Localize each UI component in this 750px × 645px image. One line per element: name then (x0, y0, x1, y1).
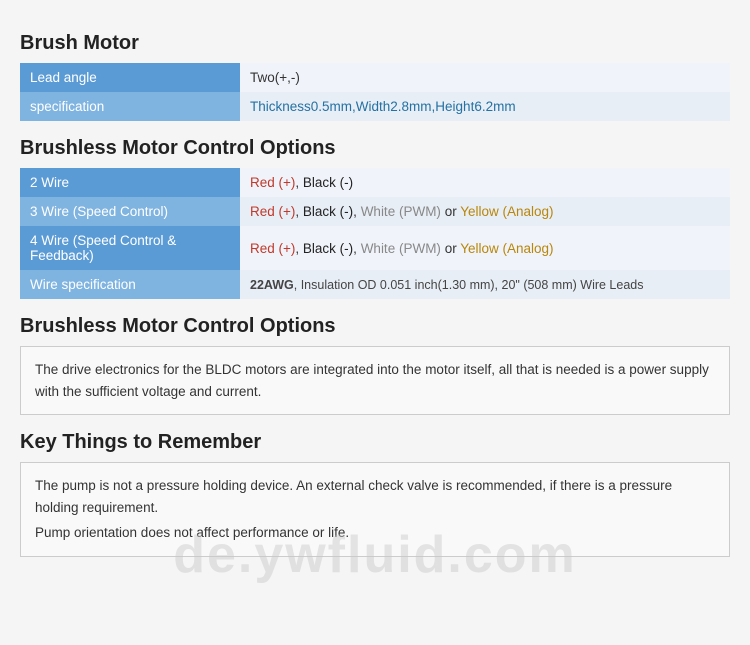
brushless-description-box: The drive electronics for the BLDC motor… (20, 346, 730, 415)
table-row: Wire specification 22AWG, Insulation OD … (20, 270, 730, 299)
label-3wire: 3 Wire (Speed Control) (20, 197, 240, 226)
red-plus: Red (+) (250, 175, 295, 190)
brushless-desc-title: Brushless Motor Control Options (20, 315, 730, 338)
label-wire-spec: Wire specification (20, 270, 240, 299)
key-things-line1: The pump is not a pressure holding devic… (35, 475, 715, 518)
key-things-title: Key Things to Remember (20, 431, 730, 454)
black-minus: Black (-) (303, 204, 353, 219)
wire-spec-detail: , Insulation OD 0.051 inch(1.30 mm), 20"… (294, 278, 644, 292)
brushless-description-text: The drive electronics for the BLDC motor… (35, 359, 715, 402)
white-pwm: White (PWM) (361, 241, 441, 256)
key-things-description-box: The pump is not a pressure holding devic… (20, 462, 730, 557)
table-row: Lead angle Two(+,-) (20, 63, 730, 92)
value-4wire: Red (+), Black (-), White (PWM) or Yello… (240, 226, 730, 270)
brush-motor-table: Lead angle Two(+,-) specification Thickn… (20, 63, 730, 121)
label-4wire: 4 Wire (Speed Control & Feedback) (20, 226, 240, 270)
spec-text: Thickness0.5mm,Width2.8mm,Height6.2mm (250, 99, 516, 114)
black-minus: Black (-) (303, 241, 353, 256)
yellow-analog: Yellow (Analog) (460, 204, 553, 219)
value-specification: Thickness0.5mm,Width2.8mm,Height6.2mm (240, 92, 730, 121)
red-plus: Red (+) (250, 241, 295, 256)
black-minus: Black (-) (303, 175, 353, 190)
table-row: 3 Wire (Speed Control) Red (+), Black (-… (20, 197, 730, 226)
brush-motor-title: Brush Motor (20, 32, 730, 55)
key-things-line2: Pump orientation does not affect perform… (35, 522, 715, 544)
table-row: specification Thickness0.5mm,Width2.8mm,… (20, 92, 730, 121)
label-lead-angle: Lead angle (20, 63, 240, 92)
value-lead-angle: Two(+,-) (240, 63, 730, 92)
value-3wire: Red (+), Black (-), White (PWM) or Yello… (240, 197, 730, 226)
label-specification: specification (20, 92, 240, 121)
brushless-options-title: Brushless Motor Control Options (20, 137, 730, 160)
label-2wire: 2 Wire (20, 168, 240, 197)
yellow-analog: Yellow (Analog) (460, 241, 553, 256)
brushless-options-table: 2 Wire Red (+), Black (-) 3 Wire (Speed … (20, 168, 730, 299)
red-plus: Red (+) (250, 204, 295, 219)
white-pwm: White (PWM) (361, 204, 441, 219)
value-wire-spec: 22AWG, Insulation OD 0.051 inch(1.30 mm)… (240, 270, 730, 299)
table-row: 4 Wire (Speed Control & Feedback) Red (+… (20, 226, 730, 270)
table-row: 2 Wire Red (+), Black (-) (20, 168, 730, 197)
value-2wire: Red (+), Black (-) (240, 168, 730, 197)
awg-label: 22AWG (250, 278, 294, 292)
